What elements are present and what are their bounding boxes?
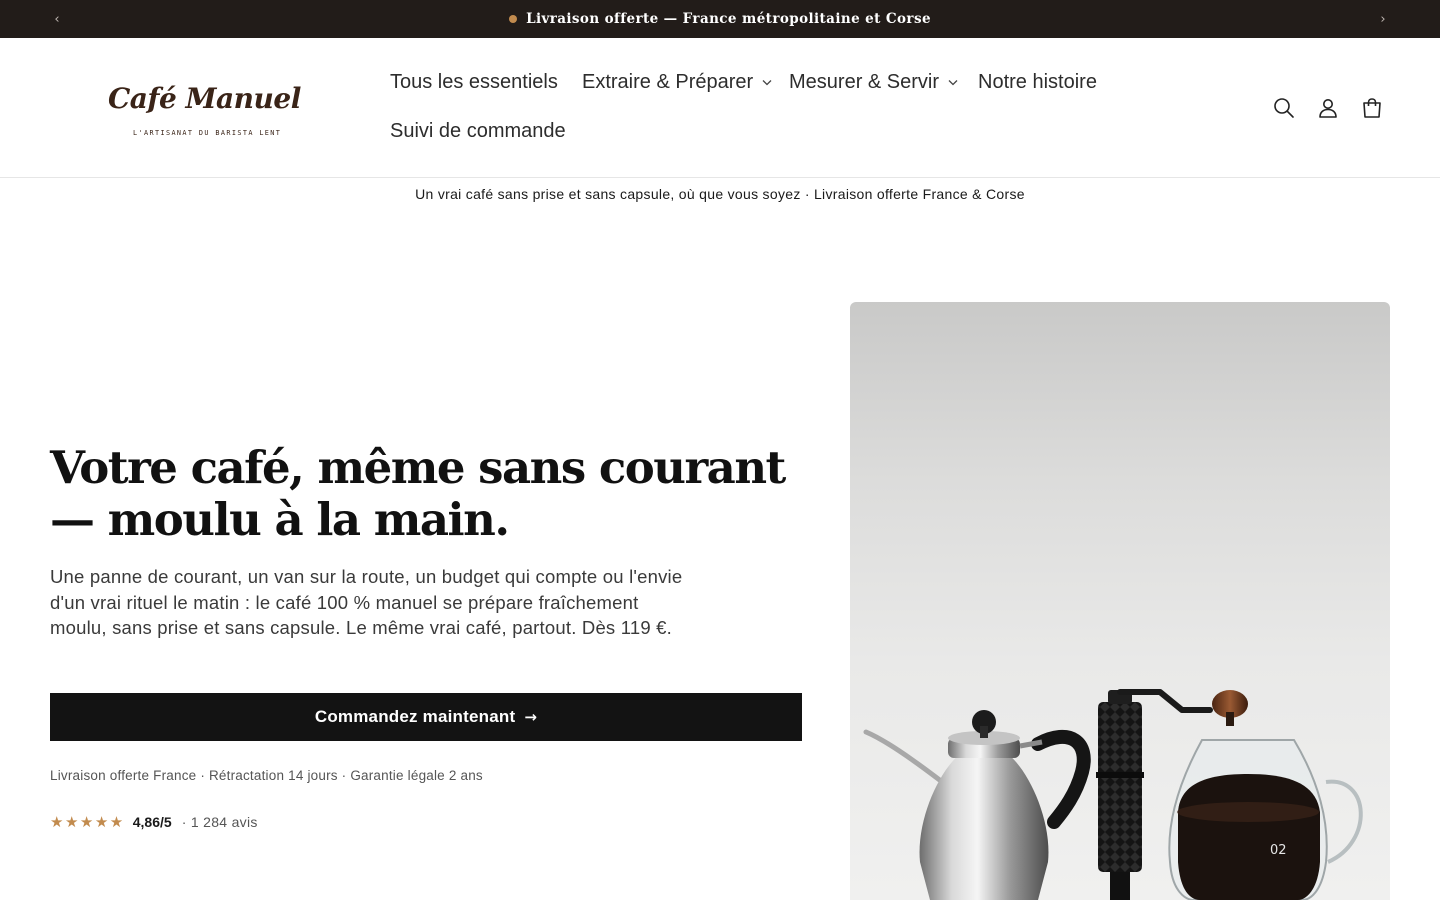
nav-item-mesurer-servir[interactable]: Mesurer & Servir <box>789 71 958 94</box>
nav-item-label: Mesurer & Servir <box>789 71 940 93</box>
account-button[interactable] <box>1314 94 1342 122</box>
coffee-kit-illustration: 02 <box>863 689 1363 900</box>
nav-item-label: Notre histoire <box>978 71 1097 93</box>
sub-banner: Un vrai café sans prise et sans capsule,… <box>415 186 1025 202</box>
nav-item-tous-les-essentiels[interactable]: Tous les essentiels <box>390 71 558 94</box>
arrow-right-icon: → <box>524 708 538 726</box>
brand-name: Café Manuel <box>108 82 301 115</box>
cart-button[interactable] <box>1358 94 1386 122</box>
rating-score: 4,86/5 <box>132 814 172 830</box>
server-marking: 02 <box>1270 843 1287 858</box>
account-icon <box>1319 99 1337 118</box>
site-header: Café Manuel L'ARTISANAT DU BARISTA LENT … <box>0 38 1440 178</box>
brand-tagline: L'ARTISANAT DU BARISTA LENT <box>133 129 282 137</box>
review-count: · 1 284 avis <box>181 814 258 830</box>
rating-summary[interactable]: ★★★★★ 4,86/5 · 1 284 avis <box>50 813 258 831</box>
nav-item-suivi-de-commande[interactable]: Suivi de commande <box>390 120 566 143</box>
announcement-bar: ‹ Livraison offerte — France métropolita… <box>0 0 1440 38</box>
order-now-label: Commandez maintenant <box>314 707 516 726</box>
announcement-next-button[interactable]: › <box>1368 0 1398 38</box>
announcement-message: Livraison offerte — France métropolitain… <box>0 0 1440 38</box>
nav-item-notre-histoire[interactable]: Notre histoire <box>978 71 1097 94</box>
order-now-button[interactable]: Commandez maintenant → <box>50 693 802 741</box>
star-rating-icon: ★★★★★ <box>50 813 125 831</box>
nav-item-label: Extraire & Préparer <box>582 71 754 93</box>
hero-description: Une panne de courant, un van sur la rout… <box>50 566 683 638</box>
hero-product-image: 02 <box>850 302 1390 900</box>
nav-item-extraire-preparer[interactable]: Extraire & Préparer <box>582 71 772 94</box>
announcement-text: Livraison offerte — France métropolitain… <box>526 11 931 27</box>
assurance-line: Livraison offerte France · Rétractation … <box>50 768 483 783</box>
brand-logo[interactable]: Café Manuel L'ARTISANAT DU BARISTA LENT <box>100 82 301 142</box>
cart-icon <box>1363 98 1381 118</box>
chevron-down-icon <box>762 76 772 89</box>
bullet-dot-icon <box>509 15 518 23</box>
search-icon <box>1274 98 1294 118</box>
nav-item-label: Suivi de commande <box>390 120 566 142</box>
chevron-right-icon: › <box>1380 11 1386 27</box>
chevron-down-icon <box>948 76 958 89</box>
hero-title: Votre café, même sans courant — moulu à … <box>50 441 786 546</box>
nav-item-label: Tous les essentiels <box>390 71 558 93</box>
search-button[interactable] <box>1270 94 1298 122</box>
